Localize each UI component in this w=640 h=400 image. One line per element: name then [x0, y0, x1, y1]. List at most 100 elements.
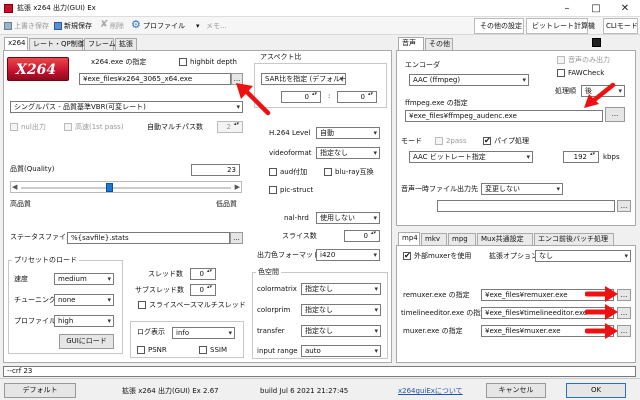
tab-mux-common[interactable]: Mux共通設定 [477, 233, 533, 245]
speed-select[interactable]: medium [54, 273, 114, 285]
speed-label: 速度 [14, 275, 28, 283]
aspect-w-spinner[interactable]: 0 [281, 91, 321, 103]
timelineeditor-browse-button[interactable]: ... [617, 307, 631, 319]
tune-select[interactable]: none [54, 294, 114, 306]
ffmpeg-browse-button[interactable]: ... [605, 107, 625, 122]
slider-thumb[interactable] [106, 183, 114, 192]
red-arrow-remuxer-head [605, 286, 618, 302]
aspect-mode-select[interactable]: SAR比を指定 (デフォルト) [261, 73, 346, 85]
bitrate-calc-button[interactable]: ビットレート計算機 [526, 18, 595, 34]
muxer-browse-button[interactable]: ... [617, 325, 631, 337]
tab-audio[interactable]: 音声 [398, 37, 424, 50]
memo-field[interactable]: メモ... [206, 23, 227, 30]
other-settings-button[interactable]: その他の設定 [474, 18, 524, 34]
cli-icon [592, 38, 601, 47]
profile-dropdown-icon[interactable]: ▾ [196, 23, 200, 30]
quality-low-label: 低品質 [216, 200, 237, 208]
tab-mpg[interactable]: mpg [448, 233, 476, 245]
highbit-depth-checkbox[interactable] [179, 58, 187, 66]
quality-input[interactable]: 23 [191, 164, 240, 176]
new-save-button[interactable]: 新規保存 [64, 23, 92, 30]
h264-level-select[interactable]: 自動 [316, 127, 380, 139]
input-range-select[interactable]: auto [301, 345, 381, 357]
nal-hrd-select[interactable]: 使用しない [316, 212, 380, 224]
colormatrix-select[interactable]: 指定なし [301, 283, 381, 295]
overwrite-save-button[interactable]: 上書き保存 [14, 23, 49, 30]
audio-bitrate-unit: kbps [603, 153, 620, 161]
preset-profile-select[interactable]: high [54, 315, 114, 327]
videoformat-select[interactable]: 指定なし [316, 147, 380, 159]
tab-x264[interactable]: x264 [4, 37, 28, 50]
sub-threads-spinner[interactable]: 0 [190, 284, 216, 296]
tune-label: チューニング [14, 296, 56, 304]
slider-left-arrow-icon[interactable]: ◀ [12, 184, 17, 191]
profile-button[interactable]: プロファイル [143, 23, 185, 30]
aspect-h-spinner[interactable]: 0 [337, 91, 377, 103]
tab-mkv[interactable]: mkv [421, 233, 447, 245]
close-button[interactable]: ✕ [610, 0, 640, 17]
bluray-checkbox[interactable] [324, 168, 332, 176]
cancel-button[interactable]: キャンセル [486, 383, 546, 398]
log-select[interactable]: info [172, 327, 235, 339]
threads-label: スレッド数 [148, 270, 183, 278]
tab-other[interactable]: その他 [425, 38, 453, 50]
tab-frame[interactable]: フレーム [84, 38, 116, 50]
auto-multipass-spinner[interactable]: 2 [217, 121, 243, 133]
ext-option-label: 拡張オプション [489, 252, 538, 260]
status-file-input[interactable]: %{savfile}.stats [67, 232, 230, 244]
audio-encoder-select[interactable]: AAC (ffmpeg) [409, 74, 529, 86]
tab-batch[interactable]: エンコ前後バッチ処理 [534, 233, 614, 245]
slider-right-arrow-icon[interactable]: ▶ [235, 184, 240, 191]
gui-load-button[interactable]: GUIにロード [59, 334, 114, 349]
ssim-checkbox[interactable] [199, 346, 207, 354]
audio-temp-browse-button[interactable]: ... [617, 200, 631, 212]
about-link[interactable]: x264guiExについて [398, 388, 463, 395]
bluray-label: blu-ray互換 [335, 168, 374, 176]
audio-temp-select[interactable]: 変更しない [481, 183, 563, 195]
videoformat-label: videoformat [269, 149, 312, 157]
slices-spinner[interactable]: 0 [344, 230, 380, 242]
threads-spinner[interactable]: 0 [190, 268, 216, 280]
ext-option-select[interactable]: なし [535, 250, 631, 262]
audio-bitrate-spinner[interactable]: 192 [563, 151, 599, 163]
x264-exe-label: x264.exe の指定 [91, 58, 147, 66]
twopass-checkbox[interactable] [435, 137, 443, 145]
quality-slider[interactable]: ◀ ▶ [10, 181, 242, 193]
audio-only-checkbox[interactable] [557, 56, 565, 64]
nul-output-checkbox[interactable] [10, 123, 18, 131]
output-format-select[interactable]: i420 [316, 249, 380, 261]
tab-extend[interactable]: 拡張 [115, 38, 137, 50]
window-title: 拡張 x264 出力(GUI) Ex [17, 4, 96, 12]
encode-mode-select[interactable]: シングルパス - 品質基準VBR(可変レート) [10, 101, 243, 113]
colorprim-select[interactable]: 指定なし [301, 304, 381, 316]
ffmpeg-path-input[interactable]: ¥exe_files¥ffmpeg_audenc.exe [405, 110, 603, 122]
default-button[interactable]: デフォルト [4, 383, 76, 398]
slice-mt-checkbox[interactable] [138, 301, 146, 309]
external-muxer-checkbox[interactable] [403, 251, 411, 260]
remuxer-browse-button[interactable]: ... [617, 289, 631, 301]
red-arrow-muxer [585, 323, 618, 339]
x264-logo-text: X264 [16, 62, 57, 78]
pipe-checkbox[interactable] [483, 136, 491, 145]
audio-mode-select[interactable]: AAC ビットレート指定 [409, 151, 533, 163]
pic-struct-checkbox[interactable] [269, 186, 277, 194]
transfer-select[interactable]: 指定なし [301, 325, 381, 337]
faw-check-checkbox[interactable] [557, 69, 565, 77]
x264-exe-path-input[interactable]: ¥exe_files¥x264_3065_x64.exe [79, 73, 231, 85]
status-file-browse-button[interactable]: ... [230, 232, 243, 244]
cli-mode-button[interactable]: CLIモード [603, 18, 638, 34]
psnr-checkbox[interactable] [137, 346, 145, 354]
delete-button[interactable]: 削除 [110, 23, 124, 30]
tab-rate-qp[interactable]: レート・QP制御 [29, 38, 85, 50]
fast-1st-pass-checkbox[interactable] [64, 123, 72, 131]
maximize-button[interactable]: □ [581, 0, 611, 17]
remuxer-label: remuxer.exe の指定 [403, 291, 470, 299]
title-bar: 拡張 x264 出力(GUI) Ex – □ ✕ [0, 0, 640, 17]
ok-button[interactable]: OK [566, 383, 626, 398]
quality-label: 品質(Quality) [10, 165, 55, 173]
audio-temp-path-input[interactable] [437, 200, 615, 212]
aud-checkbox[interactable] [269, 168, 277, 176]
cmdline-display[interactable]: --crf 23 [3, 366, 636, 377]
tab-mp4[interactable]: mp4 [398, 232, 420, 245]
minimize-button[interactable]: – [552, 0, 582, 17]
